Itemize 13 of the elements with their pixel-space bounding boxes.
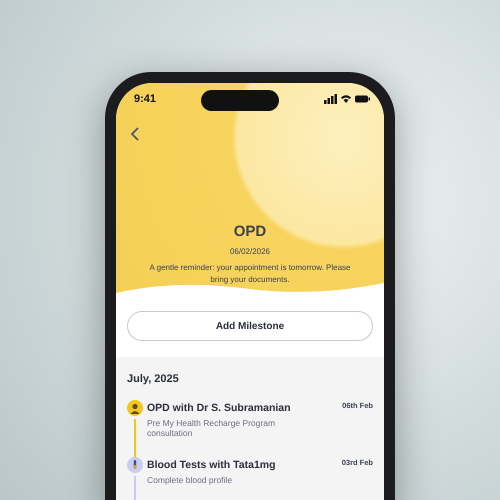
status-time: 9:41 <box>133 92 156 107</box>
item-subtitle: Pre My Health Recharge Program consultation <box>147 418 276 438</box>
month-heading: July, 2025 <box>127 372 180 387</box>
item-subtitle: Complete blood profile <box>147 474 234 484</box>
header-date: 06/02/2026 <box>230 246 270 258</box>
timeline-line <box>134 418 136 456</box>
reminder-message: A gentle reminder: your appointment is tomorrow. Please bring your documents. <box>148 262 352 286</box>
add-milestone-button[interactable]: Add Milestone <box>127 311 373 341</box>
back-icon <box>130 126 140 142</box>
status-icons <box>324 94 370 104</box>
item-title: Blood Tests with Tata1mg <box>147 458 276 472</box>
item-title: OPD with Dr S. Subramanian <box>147 400 291 416</box>
header-title: OPD <box>234 222 266 242</box>
